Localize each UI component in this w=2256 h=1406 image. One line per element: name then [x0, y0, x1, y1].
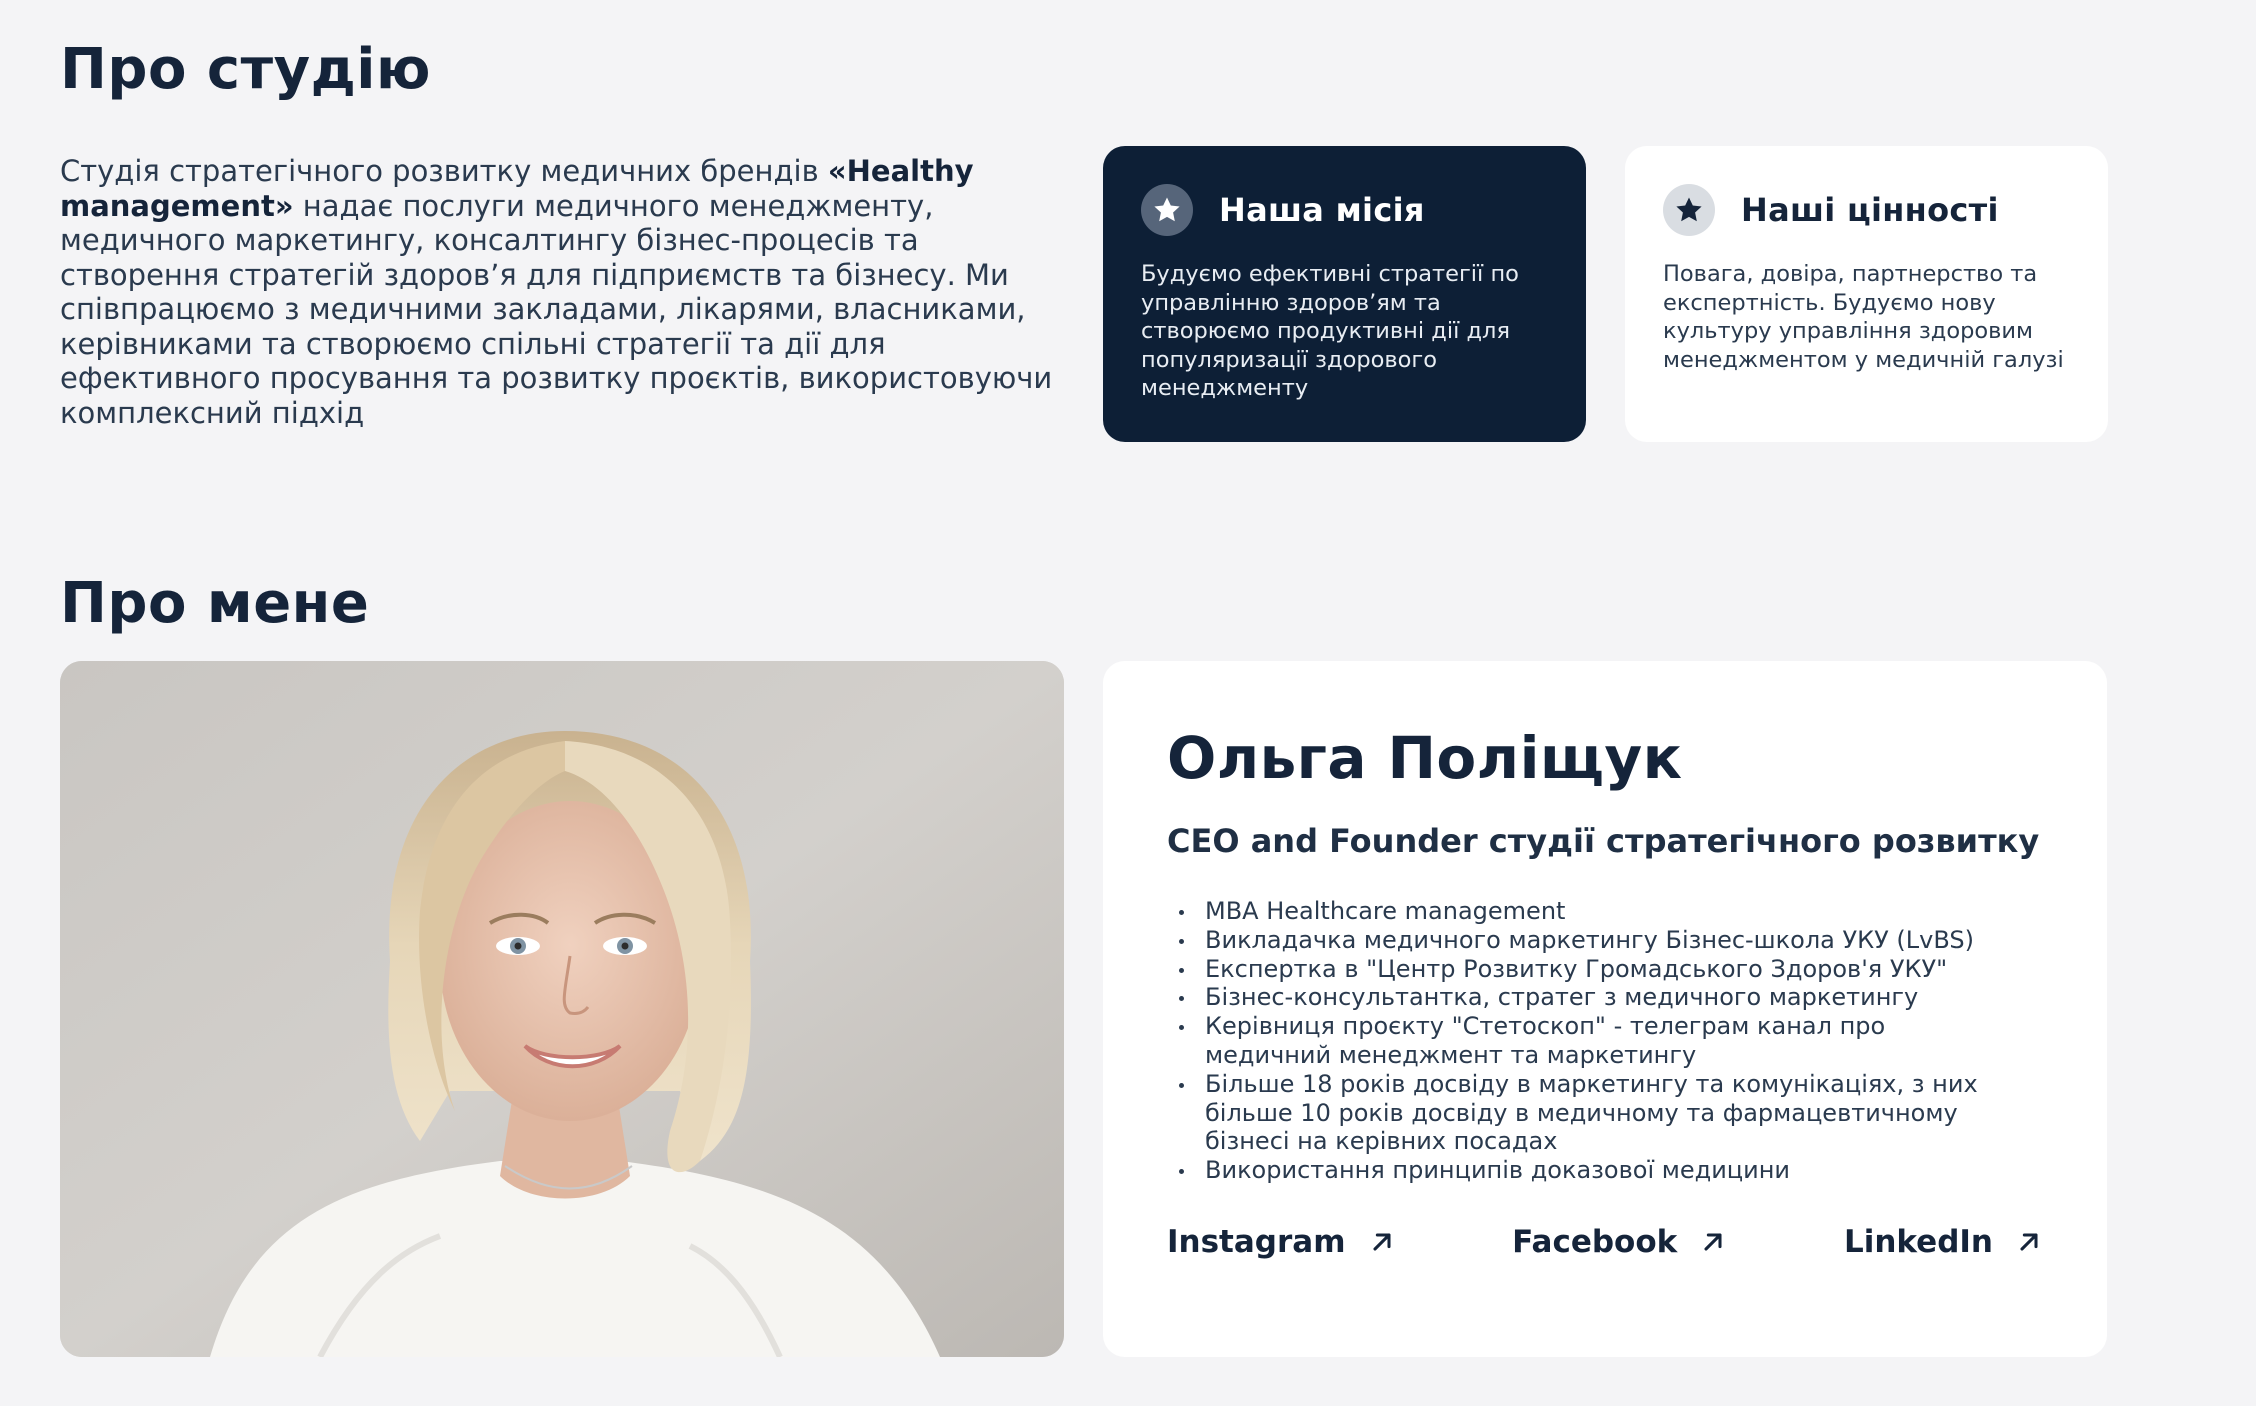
studio-intro-text: Студія стратегічного розвитку медичних б…	[60, 154, 1060, 430]
list-item: Керівниця проєкту "Стетоскоп" - телеграм…	[1167, 1012, 2007, 1070]
portrait-illustration	[60, 661, 1064, 1357]
mission-card-title: Наша місія	[1219, 191, 1425, 229]
mission-card-header: Наша місія	[1141, 184, 1548, 236]
portrait-photo	[60, 661, 1064, 1357]
star-icon	[1141, 184, 1193, 236]
list-item: Викладачка медичного маркетингу Бізнес-ш…	[1167, 926, 2007, 955]
list-item: Використання принципів доказової медицин…	[1167, 1156, 2007, 1185]
about-studio-title: Про студію	[60, 37, 431, 102]
linkedin-link[interactable]: LinkedIn	[1844, 1224, 2043, 1260]
arrow-up-right-icon	[1372, 1233, 1391, 1251]
facts-list: MBA Healthcare management Викладачка мед…	[1167, 897, 2007, 1185]
list-item: Більше 18 років досвіду в маркетингу та …	[1167, 1070, 2007, 1156]
instagram-link-label: Instagram	[1167, 1224, 1346, 1260]
mission-card-text: Будуємо ефективні стратегії по управлінн…	[1141, 261, 1519, 401]
linkedin-link-label: LinkedIn	[1843, 1224, 1993, 1260]
list-item: Експертка в "Центр Розвитку Громадського…	[1167, 955, 2007, 984]
intro-text-part1: Студія стратегічного розвитку медичних б…	[60, 154, 828, 188]
values-card: Наші цінності Повага, довіра, партнерств…	[1625, 146, 2108, 442]
arrow-up-right-icon	[1704, 1233, 1722, 1251]
arrow-up-right-icon	[2020, 1233, 2038, 1251]
facebook-link[interactable]: Facebook	[1512, 1224, 1727, 1260]
values-card-header: Наші цінності	[1663, 184, 2070, 236]
intro-text-part2: надає послуги медичного менеджменту, мед…	[60, 188, 1053, 430]
star-icon	[1663, 184, 1715, 236]
person-name: Ольга Поліщук	[1167, 724, 1683, 792]
facebook-link-label: Facebook	[1512, 1224, 1678, 1260]
values-card-title: Наші цінності	[1741, 191, 1999, 229]
mission-card: Наша місія Будуємо ефективні стратегії п…	[1103, 146, 1586, 442]
list-item: Бізнес-консультантка, стратег з медичног…	[1167, 983, 2007, 1012]
instagram-link[interactable]: Instagram	[1167, 1224, 1396, 1260]
list-item: MBA Healthcare management	[1167, 897, 2007, 926]
about-me-title: Про мене	[60, 571, 370, 636]
profile-card: Ольга Поліщук CEO and Founder студії стр…	[1103, 661, 2107, 1357]
values-card-text: Повага, довіра, партнерство та експертні…	[1663, 261, 2064, 373]
person-role: CEO and Founder студії стратегічного роз…	[1167, 822, 2040, 860]
social-links: Instagram Facebook LinkedIn	[1167, 1224, 2043, 1260]
